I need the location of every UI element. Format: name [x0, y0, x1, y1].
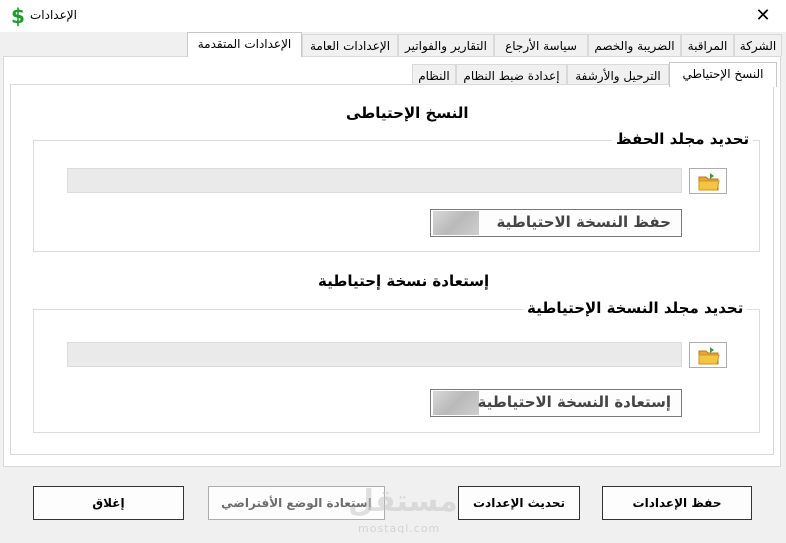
tab-advanced-settings[interactable]: الإعدادات المتقدمة	[187, 32, 302, 57]
backup-path-field[interactable]	[67, 168, 682, 193]
window-title: الإعدادات	[30, 8, 77, 22]
tab-return-policy[interactable]: سياسة الأرجاع	[494, 34, 588, 56]
title-bar: $ الإعدادات ✕	[0, 0, 786, 32]
restore-browse-button[interactable]	[689, 342, 727, 368]
subtab-system-reset[interactable]: إعدادة ضبط النظام	[456, 64, 567, 86]
watermark-logo: مستقل	[348, 484, 458, 519]
close-window-button[interactable]: ✕	[740, 0, 786, 32]
watermark-url: mostaql.com	[358, 522, 441, 535]
save-backup-label: حفظ النسخة الاحتياطية	[496, 213, 671, 231]
backup-section-title: النسخ الإحتياطى	[346, 104, 469, 122]
subtab-system[interactable]: النظام	[412, 64, 456, 86]
subtab-backup[interactable]: النسخ الإحتياطي	[669, 62, 777, 87]
save-backup-button[interactable]: حفظ النسخة الاحتياطية	[430, 209, 682, 237]
main-tab-strip: الشركة المراقبة الضريبة والخصم سياسة الأ…	[0, 32, 786, 57]
backup-browse-button[interactable]	[689, 168, 727, 194]
close-button[interactable]: إغلاق	[33, 486, 184, 520]
save-settings-button[interactable]: حفظ الإعدادات	[602, 486, 752, 520]
folder-icon	[698, 347, 720, 365]
backup-folder-legend: تحديد مجلد الحفظ	[612, 130, 754, 148]
restore-backup-label: إستعادة النسخة الاحتياطية	[477, 393, 671, 411]
tab-tax-discount[interactable]: الضريبة والخصم	[588, 34, 681, 56]
subtab-migration-archive[interactable]: الترحيل والأرشفة	[567, 64, 669, 86]
restore-backup-button[interactable]: إستعادة النسخة الاحتياطية	[430, 389, 682, 417]
tab-general-settings[interactable]: الإعدادات العامة	[302, 34, 398, 56]
backup-image-icon	[433, 211, 479, 235]
folder-icon	[698, 173, 720, 191]
restore-section-title: إستعادة نسخة إحتياطية	[318, 272, 490, 290]
update-settings-button[interactable]: تحديث الإعدادت	[458, 486, 580, 520]
tab-monitoring[interactable]: المراقبة	[681, 34, 734, 56]
dollar-icon: $	[11, 4, 25, 28]
restore-image-icon	[433, 391, 479, 415]
tab-reports-invoices[interactable]: التقارير والفواتير	[398, 34, 494, 56]
restore-path-field[interactable]	[67, 342, 682, 367]
restore-folder-legend: تحديد مجلد النسخة الإحتياطية	[523, 299, 748, 317]
tab-company[interactable]: الشركة	[734, 34, 782, 56]
